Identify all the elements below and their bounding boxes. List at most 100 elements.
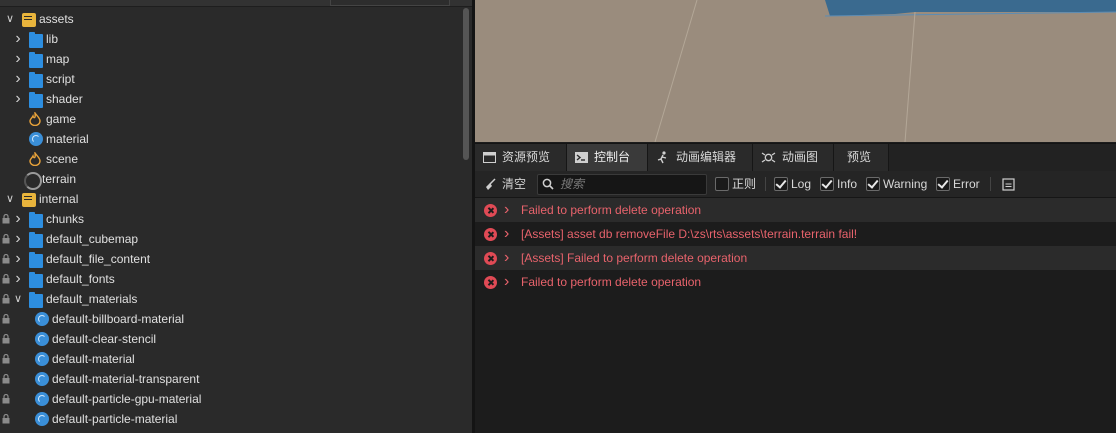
tree-row[interactable]: ∨ internal bbox=[0, 189, 462, 209]
scene-icon bbox=[29, 150, 43, 167]
folder-icon bbox=[29, 212, 43, 228]
log-message: Failed to perform delete operation bbox=[521, 203, 702, 217]
tree-row-label: scene bbox=[46, 152, 79, 166]
chevron-right-icon[interactable]: › bbox=[13, 249, 23, 269]
tree-row[interactable]: ∨ default_materials bbox=[0, 289, 462, 309]
log-file-icon[interactable] bbox=[1002, 178, 1015, 191]
tree-row-label: default_fonts bbox=[46, 272, 115, 286]
regex-checkbox-label: 正则 bbox=[732, 177, 757, 191]
chevron-right-icon[interactable]: › bbox=[504, 222, 509, 246]
regex-checkbox[interactable] bbox=[715, 177, 729, 191]
material-icon bbox=[35, 392, 49, 406]
database-icon bbox=[22, 13, 36, 27]
tree-row[interactable]: › map bbox=[0, 49, 462, 69]
tree-row-label: terrain bbox=[42, 172, 77, 186]
tree-row-label: game bbox=[46, 112, 77, 126]
tree-row-label: map bbox=[46, 52, 70, 66]
error-icon bbox=[484, 276, 497, 289]
folder-icon bbox=[29, 292, 43, 308]
tree-row-label: default-particle-material bbox=[52, 412, 178, 426]
tree-row[interactable]: material bbox=[0, 129, 462, 149]
tree-row[interactable]: › chunks bbox=[0, 209, 462, 229]
chevron-right-icon[interactable]: › bbox=[13, 229, 23, 249]
chevron-down-icon[interactable]: ∨ bbox=[5, 9, 15, 29]
tree-row[interactable]: default-billboard-material bbox=[0, 309, 462, 329]
material-icon bbox=[35, 412, 49, 426]
assets-scrollbar[interactable] bbox=[463, 8, 470, 433]
console-log-entry[interactable]: › Failed to perform delete operation bbox=[475, 198, 1116, 222]
log-message: Failed to perform delete operation bbox=[521, 275, 702, 289]
console-log-entry[interactable]: › [Assets] Failed to perform delete opera… bbox=[475, 246, 1116, 270]
console-log-list: › Failed to perform delete operation › [Ass… bbox=[475, 198, 1116, 294]
assets-scroll-thumb[interactable] bbox=[463, 8, 469, 160]
scene-icon bbox=[29, 110, 43, 127]
tree-row-label: default_file_content bbox=[46, 252, 151, 266]
chevron-down-icon[interactable]: ∨ bbox=[13, 289, 23, 309]
chevron-right-icon[interactable]: › bbox=[13, 29, 23, 49]
assets-search-box[interactable] bbox=[330, 0, 450, 6]
tree-row[interactable]: default-particle-gpu-material bbox=[0, 389, 462, 409]
lock-icon bbox=[2, 274, 10, 284]
tree-row[interactable]: › default_file_content bbox=[0, 249, 462, 269]
chevron-right-icon[interactable]: › bbox=[504, 198, 509, 222]
info-filter-checkbox[interactable] bbox=[820, 177, 834, 191]
tree-row[interactable]: › lib bbox=[0, 29, 462, 49]
tab-preview-label: 预览 bbox=[847, 150, 872, 164]
tree-row[interactable]: scene bbox=[0, 149, 462, 169]
tree-row[interactable]: game bbox=[0, 109, 462, 129]
assets-panel-header bbox=[0, 0, 472, 7]
tab-animation-graph[interactable]: 动画图 bbox=[753, 144, 834, 171]
tree-row[interactable]: default-material-transparent bbox=[0, 369, 462, 389]
chevron-right-icon[interactable]: › bbox=[13, 269, 23, 289]
assets-tree: ∨ assets › lib › map › script › shader game materia… bbox=[0, 9, 462, 429]
tree-row-label: script bbox=[46, 72, 75, 86]
warning-filter-checkbox[interactable] bbox=[866, 177, 880, 191]
material-icon bbox=[35, 332, 49, 346]
tree-row[interactable]: ∨ assets bbox=[0, 9, 462, 29]
tab-console[interactable]: 控制台 bbox=[567, 144, 648, 171]
lock-icon bbox=[2, 374, 10, 384]
tree-row[interactable]: terrain bbox=[0, 169, 462, 190]
broom-icon bbox=[486, 178, 496, 190]
error-filter-checkbox[interactable] bbox=[936, 177, 950, 191]
lock-icon bbox=[2, 394, 10, 404]
tree-row-label: chunks bbox=[46, 212, 85, 226]
tab-console-label: 控制台 bbox=[594, 150, 631, 164]
tree-row-label: shader bbox=[46, 92, 83, 106]
tree-row[interactable]: › default_fonts bbox=[0, 269, 462, 289]
tab-preview[interactable]: 预览 bbox=[834, 144, 889, 171]
warning-filter-label: Warning bbox=[883, 177, 928, 191]
console-log-entry[interactable]: › Failed to perform delete operation bbox=[475, 270, 1116, 294]
chevron-down-icon[interactable]: ∨ bbox=[5, 189, 15, 209]
right-panel: 资源预览 控制台 动画编辑器 动画图 预览 清空 搜索 正则 Log Info … bbox=[475, 0, 1116, 433]
chevron-right-icon[interactable]: › bbox=[13, 89, 23, 109]
error-icon bbox=[484, 204, 497, 217]
tree-row[interactable]: default-material bbox=[0, 349, 462, 369]
scene-view[interactable] bbox=[475, 0, 1116, 142]
scene-viewport-graphic bbox=[654, 0, 1116, 142]
chevron-right-icon[interactable]: › bbox=[504, 270, 509, 294]
tree-row-label: material bbox=[46, 132, 89, 146]
tree-row[interactable]: default-particle-material bbox=[0, 409, 462, 429]
tree-row[interactable]: › default_cubemap bbox=[0, 229, 462, 249]
lock-icon bbox=[2, 414, 10, 424]
tree-row[interactable]: default-clear-stencil bbox=[0, 329, 462, 349]
tab-asset-preview-label: 资源预览 bbox=[502, 150, 551, 164]
console-search-input[interactable]: 搜索 bbox=[537, 174, 707, 195]
tab-asset-preview[interactable]: 资源预览 bbox=[475, 144, 567, 171]
tree-row-label: internal bbox=[39, 192, 79, 206]
chevron-right-icon[interactable]: › bbox=[13, 209, 23, 229]
chevron-right-icon[interactable]: › bbox=[504, 246, 509, 270]
toolbar-separator bbox=[765, 177, 766, 191]
tab-animation-editor[interactable]: 动画编辑器 bbox=[648, 144, 753, 171]
assets-panel: ∨ assets › lib › map › script › shader game materia… bbox=[0, 0, 472, 433]
folder-icon bbox=[29, 252, 43, 268]
chevron-right-icon[interactable]: › bbox=[13, 69, 23, 89]
tree-row[interactable]: › script bbox=[0, 69, 462, 89]
lock-icon bbox=[2, 334, 10, 344]
tree-row[interactable]: › shader bbox=[0, 89, 462, 109]
chevron-right-icon[interactable]: › bbox=[13, 49, 23, 69]
console-log-entry[interactable]: › [Assets] asset db removeFile D:\zs\rts\… bbox=[475, 222, 1116, 246]
log-filter-checkbox[interactable] bbox=[774, 177, 788, 191]
tree-row-label: assets bbox=[39, 12, 74, 26]
